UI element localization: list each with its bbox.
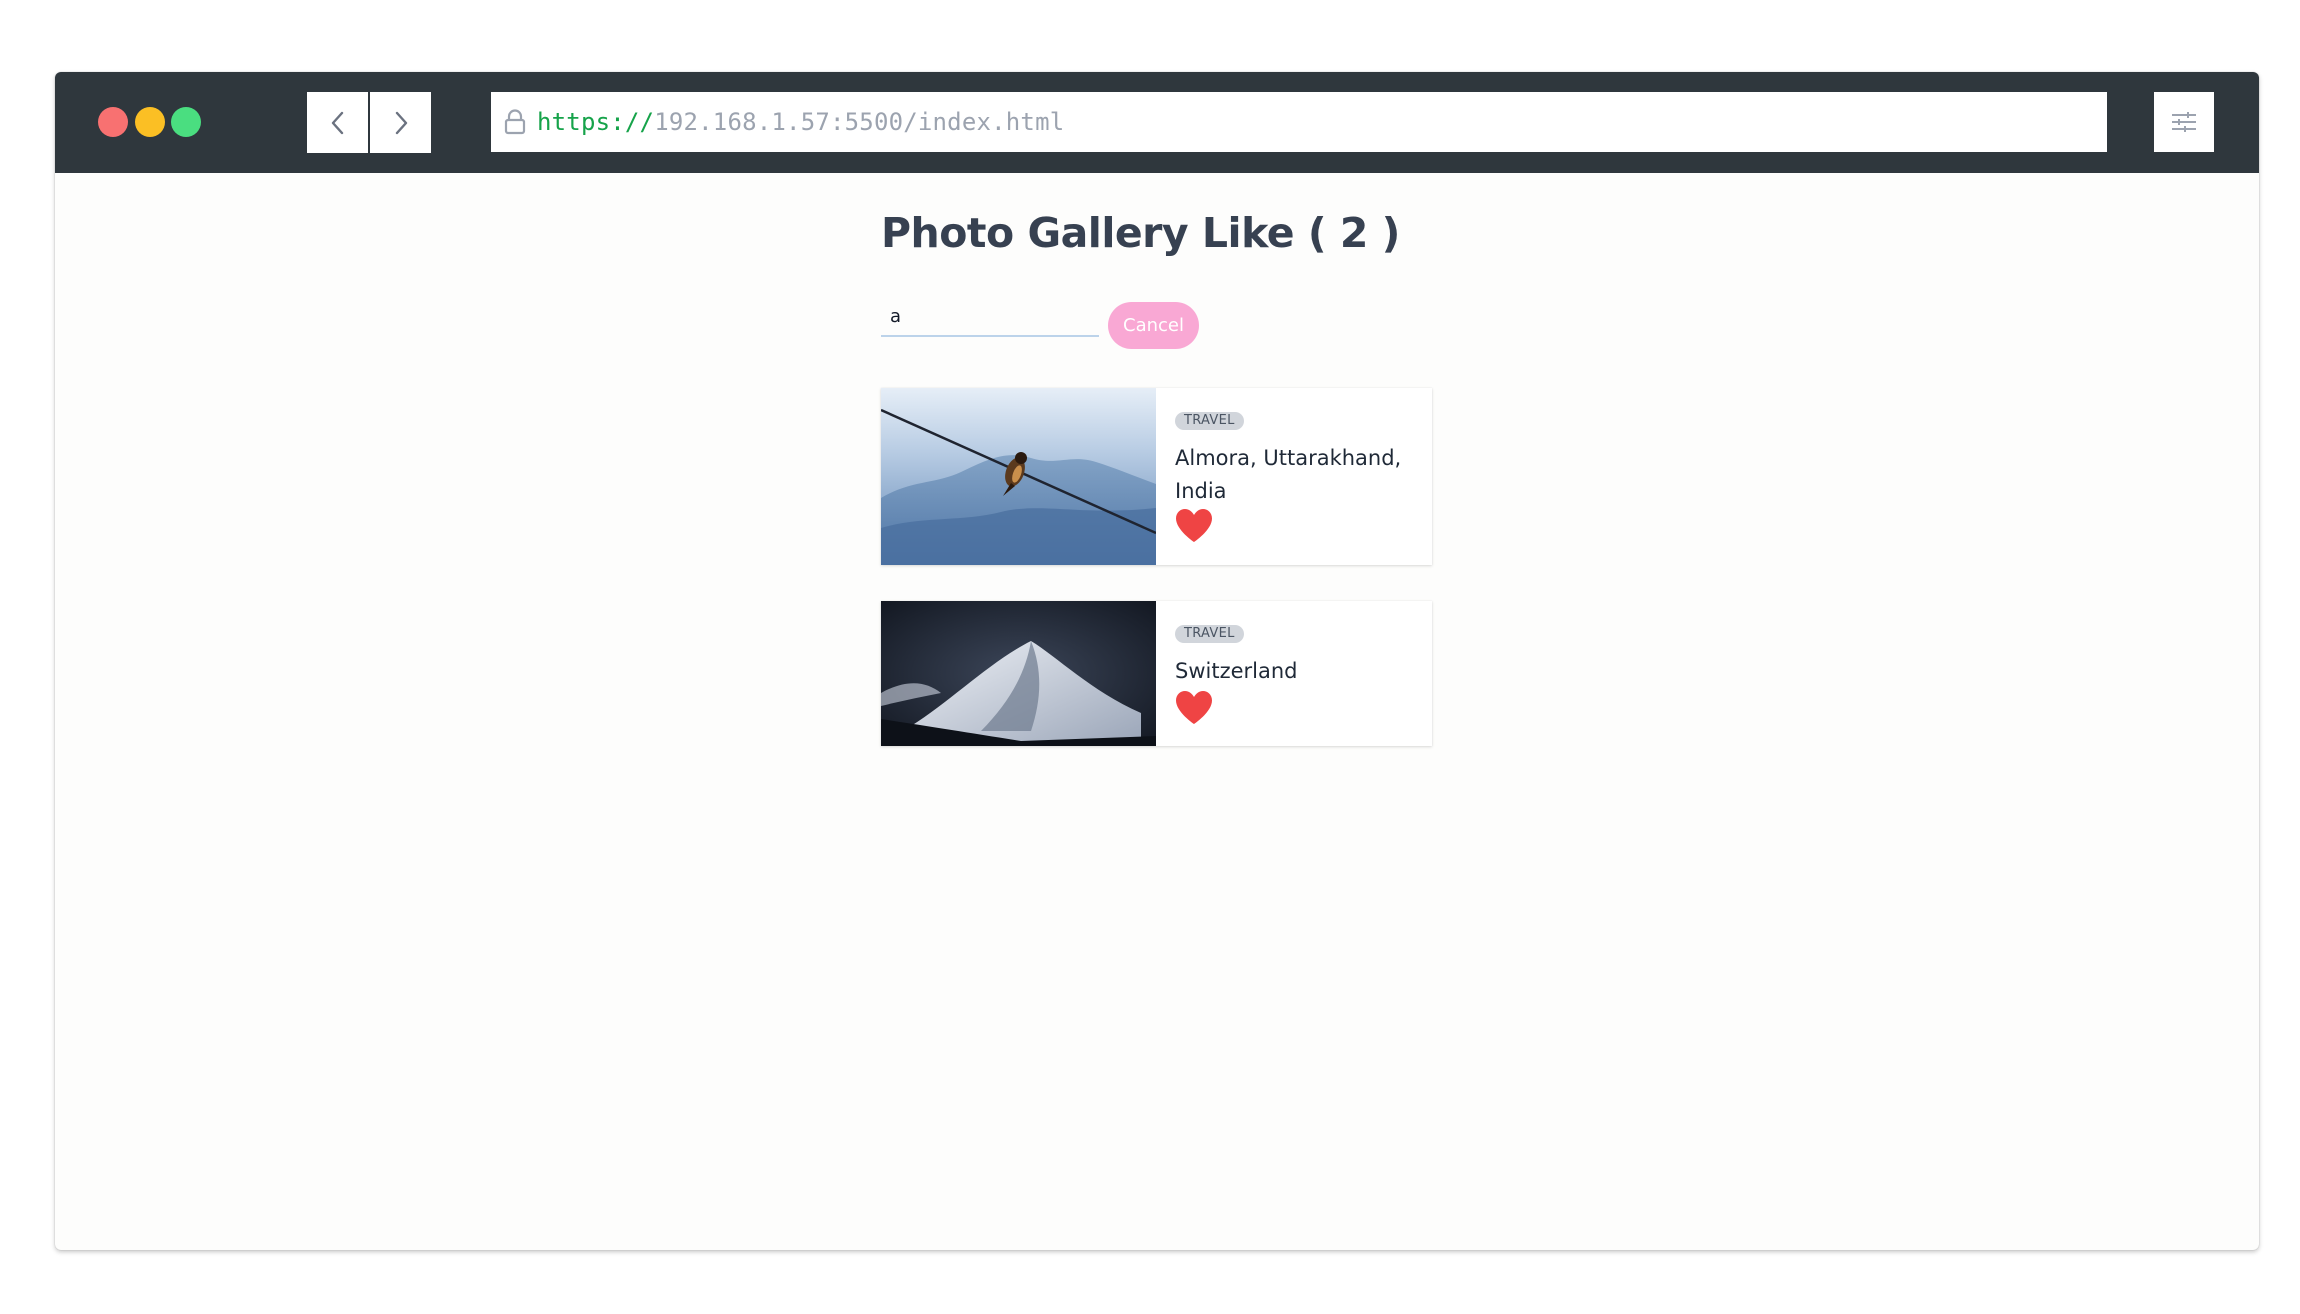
url-text: https://192.168.1.57:5500/index.html [537, 108, 1064, 136]
settings-button[interactable] [2154, 92, 2214, 152]
photo-card: TRAVEL Switzerland [881, 601, 1432, 746]
sliders-icon [2172, 112, 2196, 132]
back-icon [331, 111, 343, 134]
browser-titlebar: https://192.168.1.57:5500/index.html [55, 72, 2259, 173]
place-name: Almora, Uttarakhand, India [1175, 446, 1402, 503]
photo-card: TRAVEL Almora, Uttarakhand, India [881, 388, 1432, 565]
heart-icon[interactable] [1174, 507, 1214, 544]
photo-snowy-mountain [881, 601, 1156, 746]
forward-button[interactable] [370, 92, 431, 153]
cancel-button[interactable]: Cancel [1108, 302, 1199, 349]
address-bar[interactable]: https://192.168.1.57:5500/index.html [491, 92, 2107, 152]
forward-icon [395, 111, 407, 134]
card-body: TRAVEL Switzerland [1156, 601, 1432, 746]
minimize-window-button[interactable] [135, 107, 165, 137]
page-content: Photo Gallery Like ( 2 ) Cancel [55, 173, 2259, 1250]
category-badge: TRAVEL [1175, 625, 1244, 643]
search-input[interactable] [881, 297, 1099, 337]
category-badge: TRAVEL [1175, 412, 1244, 430]
photo-bird-on-wire [881, 388, 1156, 565]
lock-icon [504, 109, 526, 135]
page-title: Photo Gallery Like ( 2 ) [881, 209, 1400, 257]
card-body: TRAVEL Almora, Uttarakhand, India [1156, 388, 1432, 565]
maximize-window-button[interactable] [171, 107, 201, 137]
heart-icon[interactable] [1174, 689, 1214, 726]
url-protocol: https:// [537, 108, 655, 136]
browser-window: https://192.168.1.57:5500/index.html Pho… [55, 72, 2259, 1250]
place-name: Switzerland [1175, 659, 1298, 683]
close-window-button[interactable] [98, 107, 128, 137]
url-path: 192.168.1.57:5500/index.html [654, 108, 1065, 136]
back-button[interactable] [307, 92, 368, 153]
